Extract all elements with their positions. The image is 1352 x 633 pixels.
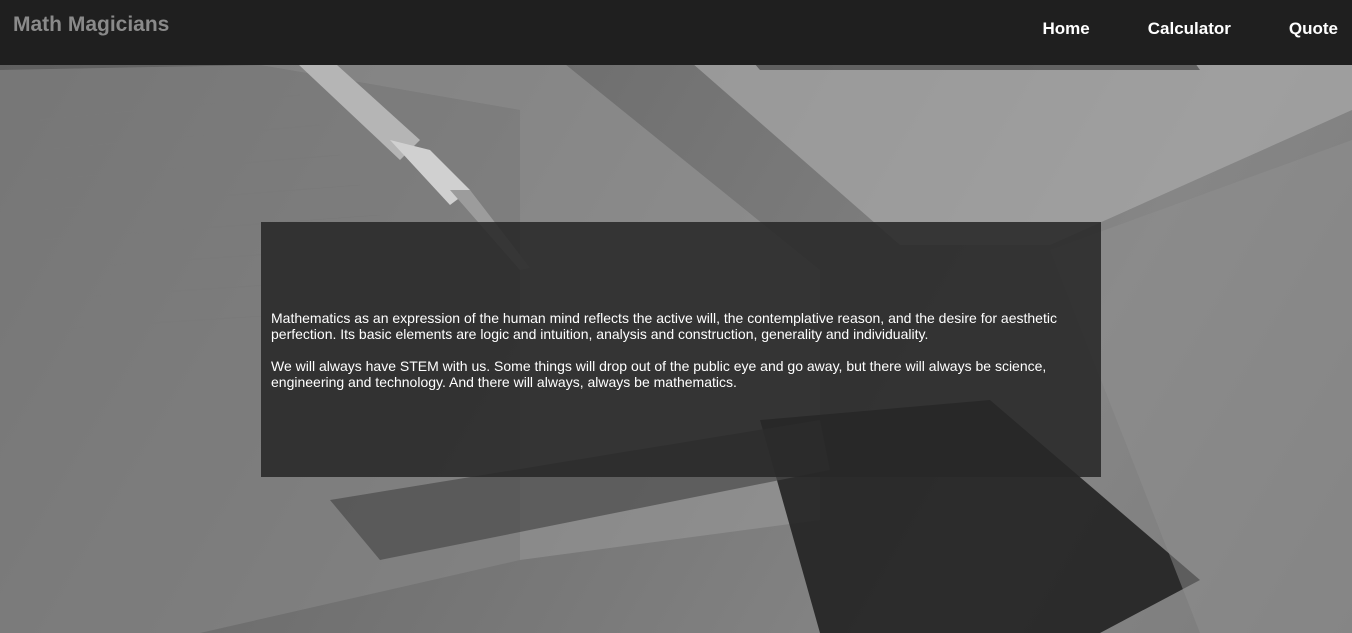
- nav-link-home[interactable]: Home: [1043, 18, 1090, 40]
- nav-link-calculator[interactable]: Calculator: [1148, 18, 1231, 40]
- quote-paragraph-2: We will always have STEM with us. Some t…: [271, 358, 1047, 390]
- nav-link-quote[interactable]: Quote: [1289, 18, 1338, 40]
- quote-paragraph-1: Mathematics as an expression of the huma…: [271, 310, 1057, 342]
- nav-links: Home Calculator Quote: [1043, 18, 1338, 40]
- quote-panel: Mathematics as an expression of the huma…: [261, 222, 1101, 477]
- nav-item-quote: Quote: [1289, 18, 1338, 40]
- nav-item-home: Home: [1043, 18, 1090, 40]
- site-brand[interactable]: Math Magicians: [13, 13, 169, 37]
- nav-item-calculator: Calculator: [1148, 18, 1231, 40]
- top-navbar: Math Magicians Home Calculator Quote: [0, 0, 1352, 65]
